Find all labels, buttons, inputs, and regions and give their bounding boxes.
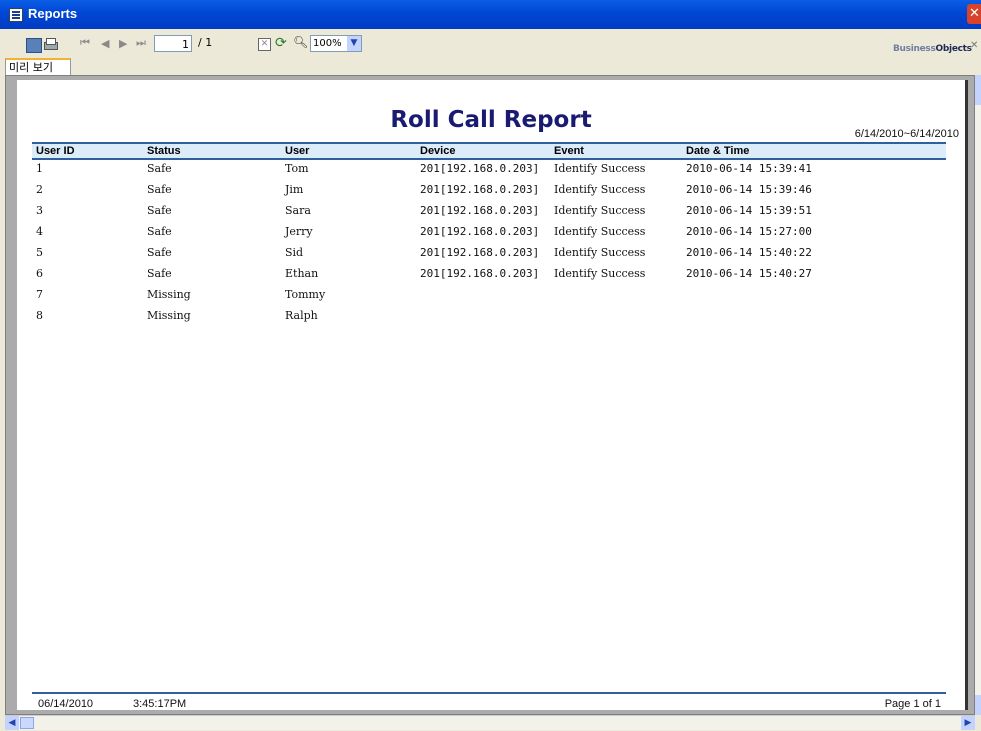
table-row: 5 Safe Sid 201[192.168.0.203] Identify S… xyxy=(32,244,946,265)
cell-datetime: 2010-06-14 15:40:22 xyxy=(686,246,812,259)
cell-datetime: 2010-06-14 15:39:51 xyxy=(686,204,812,217)
cell-event: Identify Success xyxy=(554,246,646,259)
cell-user: Jim xyxy=(285,183,304,196)
export-icon[interactable] xyxy=(26,38,42,53)
report-viewer: Roll Call Report 6/14/2010~6/14/2010 Use… xyxy=(5,75,975,715)
cell-user: Tommy xyxy=(285,288,326,301)
cell-device: 201[192.168.0.203] xyxy=(420,183,540,196)
previous-page-icon[interactable]: ◀ xyxy=(101,37,109,50)
window-close-button[interactable]: ✕ xyxy=(967,4,981,24)
column-header-user: User xyxy=(285,145,310,157)
chevron-down-icon[interactable]: ▼ xyxy=(347,36,361,51)
viewer-toolbar: ⏮ ◀ ▶ ⏭ xyxy=(0,29,981,60)
zoom-value: 100% xyxy=(313,38,342,49)
cell-user: Sara xyxy=(285,204,311,217)
cell-datetime: 2010-06-14 15:27:00 xyxy=(686,225,812,238)
cell-status: Missing xyxy=(147,309,191,322)
cell-event: Identify Success xyxy=(554,267,646,280)
cell-datetime: 2010-06-14 15:39:41 xyxy=(686,162,812,175)
window-title: Reports xyxy=(28,6,78,21)
scroll-right-button[interactable]: ▶ xyxy=(961,716,975,730)
date-range: 6/14/2010~6/14/2010 xyxy=(854,128,959,140)
cell-user-id: 3 xyxy=(36,204,43,217)
scroll-left-button[interactable]: ◀ xyxy=(5,716,19,730)
cell-datetime: 2010-06-14 15:39:46 xyxy=(686,183,812,196)
report-app-icon xyxy=(9,8,23,22)
cell-event: Identify Success xyxy=(554,183,646,196)
toolbar-close-icon[interactable]: ✕ xyxy=(970,40,978,51)
binoculars-search-icon[interactable]: 🔍︎ xyxy=(293,35,308,49)
cell-status: Safe xyxy=(147,162,172,175)
cell-status: Safe xyxy=(147,204,172,217)
stop-icon[interactable]: ✕ xyxy=(258,38,271,51)
tab-preview[interactable]: 미리 보기 xyxy=(5,58,71,75)
table-row: 2 Safe Jim 201[192.168.0.203] Identify S… xyxy=(32,181,946,202)
zoom-select[interactable]: 100% ▼ xyxy=(310,35,362,52)
cell-user: Jerry xyxy=(285,225,313,238)
cell-user-id: 2 xyxy=(36,183,43,196)
next-page-icon[interactable]: ▶ xyxy=(119,37,127,50)
cell-user: Tom xyxy=(285,162,309,175)
cell-event: Identify Success xyxy=(554,204,646,217)
last-page-icon[interactable]: ⏭ xyxy=(136,37,146,50)
cell-device: 201[192.168.0.203] xyxy=(420,225,540,238)
cell-user: Ralph xyxy=(285,309,318,322)
report-title: Roll Call Report xyxy=(390,107,592,133)
cell-user-id: 1 xyxy=(36,162,43,175)
cell-device: 201[192.168.0.203] xyxy=(420,267,540,280)
cell-status: Safe xyxy=(147,183,172,196)
scroll-down-button[interactable] xyxy=(975,695,981,715)
cell-user-id: 7 xyxy=(36,288,43,301)
cell-status: Missing xyxy=(147,288,191,301)
print-icon[interactable] xyxy=(43,38,58,51)
table-row: 8 Missing Ralph xyxy=(32,307,946,328)
cell-device: 201[192.168.0.203] xyxy=(420,204,540,217)
cell-datetime: 2010-06-14 15:40:27 xyxy=(686,267,812,280)
horizontal-scrollbar[interactable]: ◀ ▶ xyxy=(5,715,975,730)
table-row: 3 Safe Sara 201[192.168.0.203] Identify … xyxy=(32,202,946,223)
refresh-icon[interactable]: ⟳ xyxy=(275,35,287,51)
cell-event: Identify Success xyxy=(554,225,646,238)
page-total: / 1 xyxy=(198,36,213,49)
cell-device: 201[192.168.0.203] xyxy=(420,246,540,259)
table-row: 7 Missing Tommy xyxy=(32,286,946,307)
page-number-input[interactable]: 1 xyxy=(154,35,192,52)
cell-user-id: 5 xyxy=(36,246,43,259)
cell-status: Safe xyxy=(147,225,172,238)
cell-device: 201[192.168.0.203] xyxy=(420,162,540,175)
scroll-up-button[interactable] xyxy=(975,75,981,105)
column-header-device: Device xyxy=(420,145,456,157)
column-header-user-id: User ID xyxy=(36,145,75,157)
column-header-event: Event xyxy=(554,145,584,157)
business-objects-logo: BusinessObjects xyxy=(893,44,972,54)
footer-date: 06/14/2010 xyxy=(38,698,94,710)
first-page-icon[interactable]: ⏮ xyxy=(80,37,90,50)
table-row: 6 Safe Ethan 201[192.168.0.203] Identify… xyxy=(32,265,946,286)
cell-user: Ethan xyxy=(285,267,319,280)
table-row: 1 Safe Tom 201[192.168.0.203] Identify S… xyxy=(32,160,946,181)
cell-status: Safe xyxy=(147,267,172,280)
cell-event: Identify Success xyxy=(554,162,646,175)
column-header-datetime: Date & Time xyxy=(686,145,750,157)
footer-divider xyxy=(32,692,946,694)
footer-time: 3:45:17PM xyxy=(133,698,187,710)
scroll-thumb[interactable] xyxy=(20,717,34,729)
cell-user-id: 4 xyxy=(36,225,43,238)
cell-user: Sid xyxy=(285,246,304,259)
cell-user-id: 8 xyxy=(36,309,43,322)
vertical-scrollbar[interactable] xyxy=(975,75,981,715)
window-titlebar: Reports ✕ xyxy=(0,0,981,29)
footer-page-number: Page 1 of 1 xyxy=(884,698,941,710)
report-page: Roll Call Report 6/14/2010~6/14/2010 Use… xyxy=(17,80,968,710)
table-row: 4 Safe Jerry 201[192.168.0.203] Identify… xyxy=(32,223,946,244)
cell-status: Safe xyxy=(147,246,172,259)
column-header-status: Status xyxy=(147,145,181,157)
cell-user-id: 6 xyxy=(36,267,43,280)
column-header-row: User ID Status User Device Event Date & … xyxy=(32,142,946,160)
